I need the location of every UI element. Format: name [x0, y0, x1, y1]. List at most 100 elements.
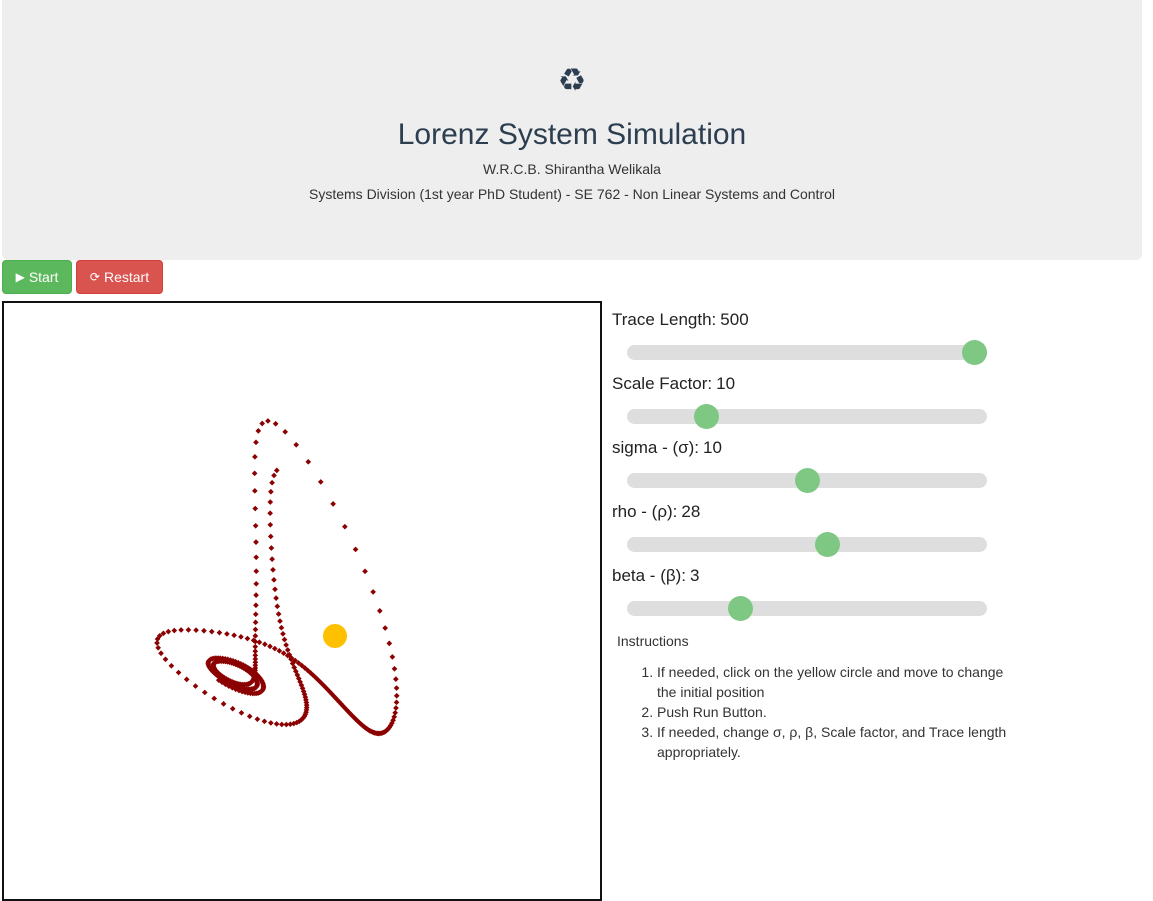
- rho-label: rho - (ρ): 28: [612, 502, 700, 522]
- initial-position-handle[interactable]: [323, 624, 347, 648]
- trace-point: [370, 589, 376, 595]
- start-button-label: Start: [28, 269, 59, 285]
- rho-slider[interactable]: [627, 532, 987, 557]
- trace-point: [229, 705, 236, 712]
- trace-point: [376, 608, 383, 614]
- trace-point: [253, 439, 259, 446]
- trace-point: [342, 523, 348, 530]
- trace-point: [391, 665, 398, 672]
- trace-point: [278, 721, 285, 728]
- trace-point: [280, 631, 286, 637]
- trace-point: [262, 641, 268, 648]
- start-button[interactable]: ▶ Start: [2, 260, 72, 294]
- trace-point: [267, 533, 274, 540]
- trace-point: [165, 628, 172, 635]
- trace-point: [246, 713, 253, 720]
- trace-point: [238, 710, 245, 716]
- recycle-icon: ♻: [557, 62, 587, 98]
- trace-point: [270, 566, 276, 573]
- trace-point: [238, 634, 244, 640]
- trace-point: [252, 488, 258, 494]
- trace-point: [231, 632, 237, 639]
- trace-point: [393, 676, 399, 682]
- trace-point: [254, 716, 261, 722]
- trace-point: [393, 699, 400, 706]
- trace-length-slider[interactable]: [627, 340, 988, 365]
- simulation-canvas[interactable]: [2, 301, 602, 901]
- trace-point: [216, 629, 223, 636]
- beta-slider[interactable]: [627, 596, 987, 621]
- trace-point: [252, 505, 259, 512]
- trace-point: [317, 479, 324, 485]
- trace-point: [393, 705, 399, 711]
- trace-length-slider-thumb[interactable]: [962, 340, 988, 365]
- trace-point: [253, 592, 259, 598]
- trace-point: [267, 643, 273, 650]
- trace-point: [171, 627, 178, 634]
- trace-point: [362, 568, 368, 575]
- trace-point: [273, 467, 280, 474]
- sigma-slider[interactable]: [627, 468, 987, 493]
- trace-point: [282, 429, 289, 435]
- trace-point: [168, 662, 175, 669]
- trace-point: [272, 586, 278, 593]
- beta-value: 3: [690, 566, 700, 585]
- sigma-slider-thumb[interactable]: [795, 468, 820, 493]
- trace-point: [330, 501, 336, 507]
- trace-point: [183, 676, 190, 683]
- lorenz-trace-plot: [154, 418, 400, 737]
- trace-point: [274, 603, 281, 610]
- rho-slider-thumb[interactable]: [814, 532, 840, 557]
- trace-point: [253, 602, 259, 609]
- trace-point: [175, 669, 182, 676]
- trace-length-label-text: Trace Length:: [612, 310, 717, 329]
- sigma-label-text: sigma - (σ):: [612, 438, 699, 457]
- trace-point: [352, 546, 359, 553]
- trace-point: [244, 635, 251, 642]
- trace-point: [268, 488, 274, 495]
- trace-point: [178, 627, 184, 633]
- trace-point: [273, 595, 279, 601]
- trace-point: [162, 656, 169, 663]
- trace-point: [193, 627, 199, 633]
- trace-point: [389, 654, 396, 660]
- scale-factor-label-text: Scale Factor:: [612, 374, 713, 393]
- instructions-title: Instructions: [617, 633, 689, 649]
- restart-button[interactable]: ⟳ Restart: [76, 260, 163, 294]
- author-affiliation: Systems Division (1st year PhD Student) …: [309, 186, 835, 202]
- trace-point: [201, 689, 208, 696]
- trace-point: [265, 418, 271, 424]
- trace-point: [393, 692, 400, 699]
- trace-length-value: 500: [720, 310, 749, 329]
- instructions-list: If needed, click on the yellow circle an…: [617, 662, 1017, 762]
- trace-point: [253, 568, 260, 575]
- trace-point: [255, 428, 262, 434]
- trace-point: [267, 521, 274, 528]
- trace-point: [192, 683, 199, 689]
- trace-point: [253, 554, 260, 561]
- trace-point: [185, 627, 192, 633]
- trace-point: [261, 718, 268, 725]
- trace-point: [208, 628, 215, 635]
- scale-factor-label: Scale Factor: 10: [612, 374, 735, 394]
- scale-factor-slider-thumb[interactable]: [694, 404, 720, 429]
- trace-point: [271, 645, 278, 652]
- trace-point: [281, 636, 288, 643]
- trace-point: [269, 556, 275, 562]
- trace-point: [268, 545, 275, 551]
- play-icon: ▶: [15, 270, 25, 284]
- trace-point: [284, 647, 291, 653]
- trace-point: [267, 510, 273, 517]
- sigma-value: 10: [703, 438, 722, 457]
- instruction-item: If needed, click on the yellow circle an…: [657, 662, 1017, 702]
- trace-point: [268, 720, 274, 726]
- instruction-item: If needed, change σ, ρ, β, Scale factor,…: [657, 722, 1017, 762]
- refresh-icon: ⟳: [89, 270, 100, 284]
- trace-point: [271, 472, 277, 479]
- scale-factor-slider[interactable]: [627, 404, 987, 429]
- beta-slider-thumb[interactable]: [728, 596, 754, 621]
- trace-point: [252, 611, 259, 618]
- trace-point: [278, 624, 285, 631]
- scale-factor-value: 10: [716, 374, 736, 393]
- trace-point: [259, 420, 266, 427]
